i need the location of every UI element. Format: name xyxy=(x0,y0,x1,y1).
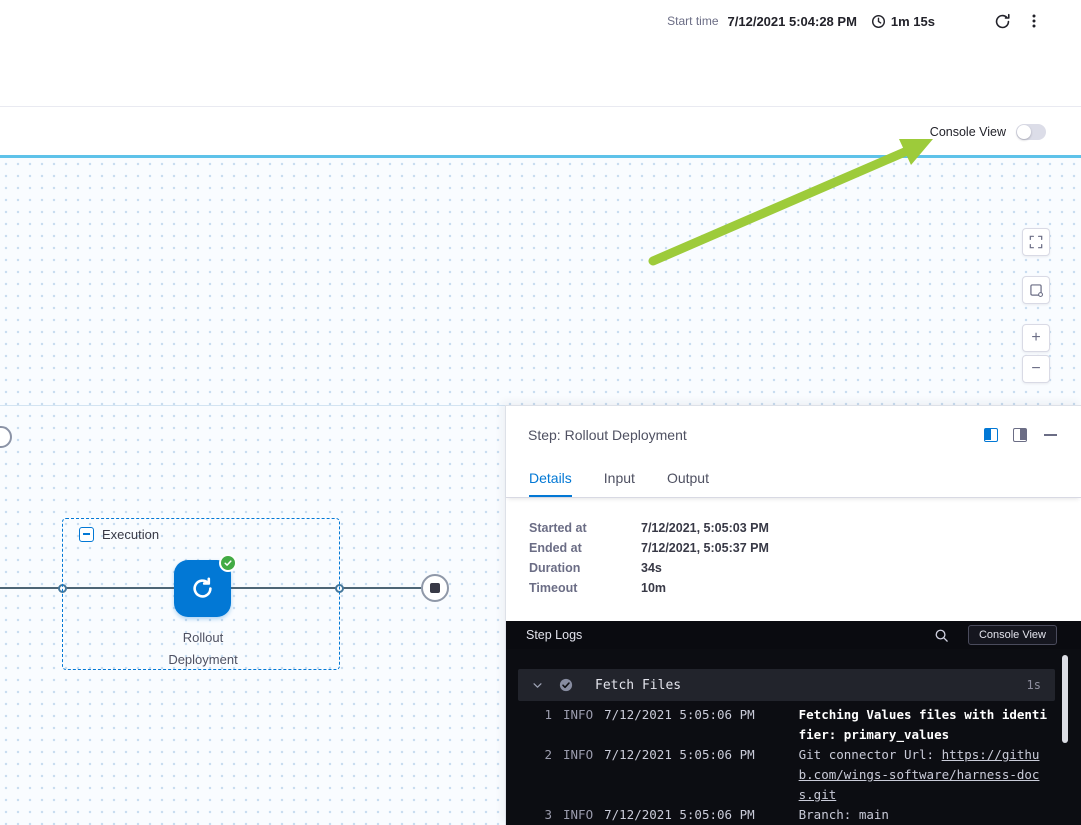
log-level: INFO xyxy=(563,745,593,765)
log-group-fetch-files[interactable]: Fetch Files 1s xyxy=(518,669,1055,701)
step-logs-header: Step Logs Console View xyxy=(506,621,1081,649)
log-line-1: 1 INFO 7/12/2021 5:05:06 PM Fetching Val… xyxy=(518,705,1055,745)
pipeline-execution-screen: Start time 7/12/2021 5:04:28 PM 1m 15s xyxy=(0,0,1081,825)
log-level: INFO xyxy=(563,805,593,825)
log-message: Git connector Url: https://github.com/wi… xyxy=(799,745,1051,805)
kebab-menu-icon xyxy=(1026,13,1042,29)
log-line-number: 1 xyxy=(542,705,552,725)
console-view-label: Console View xyxy=(930,125,1006,139)
detail-label-started-at: Started at xyxy=(529,518,641,538)
start-time-label: Start time xyxy=(667,14,718,28)
execution-group-label: Execution xyxy=(102,527,159,542)
tab-output[interactable]: Output xyxy=(667,470,709,497)
log-line-number: 2 xyxy=(542,745,552,765)
log-scrollbar-thumb[interactable] xyxy=(1062,655,1068,743)
log-line-2: 2 INFO 7/12/2021 5:05:06 PM Git connecto… xyxy=(518,745,1055,805)
execution-group-header: Execution xyxy=(79,527,159,542)
log-line-3: 3 INFO 7/12/2021 5:05:06 PM Branch: main xyxy=(518,805,1055,825)
step-logs-title: Step Logs xyxy=(526,628,934,642)
step-node-label-line1: Rollout xyxy=(116,627,290,649)
log-group-duration: 1s xyxy=(1027,678,1041,692)
log-timestamp: 7/12/2021 5:05:06 PM xyxy=(604,745,755,765)
detail-label-ended-at: Ended at xyxy=(529,538,641,558)
detail-label-timeout: Timeout xyxy=(529,578,641,598)
rollout-icon xyxy=(189,575,216,602)
zoom-out-button[interactable]: − xyxy=(1022,355,1050,383)
step-logs-section: Step Logs Console View Fetch Files 1s xyxy=(506,621,1081,825)
split-view-right-icon[interactable] xyxy=(1013,428,1027,442)
log-timestamp: 7/12/2021 5:05:06 PM xyxy=(604,805,755,825)
log-level: INFO xyxy=(563,705,593,725)
step-details-panel: Step: Rollout Deployment Details Input O… xyxy=(505,405,1081,825)
fullscreen-icon xyxy=(1029,235,1043,249)
top-header: Start time 7/12/2021 5:04:28 PM 1m 15s xyxy=(0,0,1081,107)
toggle-knob xyxy=(1017,125,1031,139)
clock-icon xyxy=(871,14,886,29)
log-message: Branch: main xyxy=(799,805,1051,825)
log-viewer[interactable]: Fetch Files 1s 1 INFO 7/12/2021 5:05:06 … xyxy=(506,649,1081,825)
log-timestamp: 7/12/2021 5:05:06 PM xyxy=(604,705,755,725)
detail-label-duration: Duration xyxy=(529,558,641,578)
refresh-icon xyxy=(994,13,1011,30)
success-badge-icon xyxy=(219,554,237,572)
detail-value-started-at: 7/12/2021, 5:05:03 PM xyxy=(641,518,1081,538)
detail-value-timeout: 10m xyxy=(641,578,1081,598)
offscreen-node-stub xyxy=(0,426,12,448)
elapsed-duration: 1m 15s xyxy=(871,14,935,29)
log-message-prefix: Git connector Url: xyxy=(799,747,942,762)
step-node-label-line2: Deployment xyxy=(116,649,290,671)
split-view-left-icon[interactable] xyxy=(984,428,998,442)
panel-header: Step: Rollout Deployment xyxy=(506,406,1081,464)
refresh-button[interactable] xyxy=(991,10,1013,32)
fit-to-screen-icon xyxy=(1029,283,1043,297)
chevron-down-icon[interactable] xyxy=(532,680,543,691)
stop-icon xyxy=(430,583,440,593)
header-meta: Start time 7/12/2021 5:04:28 PM 1m 15s xyxy=(667,10,1045,32)
detail-value-ended-at: 7/12/2021, 5:05:37 PM xyxy=(641,538,1081,558)
zoom-in-button[interactable]: + xyxy=(1022,324,1050,352)
log-lines: 1 INFO 7/12/2021 5:05:06 PM Fetching Val… xyxy=(518,705,1055,825)
panel-tabs: Details Input Output xyxy=(506,464,1081,498)
tab-details[interactable]: Details xyxy=(529,470,572,497)
console-view-bar: Console View xyxy=(0,108,1081,158)
step-details-table: Started at 7/12/2021, 5:05:03 PM Ended a… xyxy=(506,498,1081,598)
elapsed-value: 1m 15s xyxy=(891,14,935,29)
more-options-button[interactable] xyxy=(1023,10,1045,32)
search-logs-icon[interactable] xyxy=(934,627,950,643)
fullscreen-button[interactable] xyxy=(1022,228,1050,256)
log-message: Fetching Values files with identifier: p… xyxy=(799,705,1051,745)
panel-title: Step: Rollout Deployment xyxy=(528,427,984,443)
step-success-check-icon xyxy=(559,678,573,692)
log-group-name: Fetch Files xyxy=(595,678,681,693)
tab-input[interactable]: Input xyxy=(604,470,635,497)
minimize-panel-icon[interactable] xyxy=(1044,434,1057,436)
logs-console-view-button[interactable]: Console View xyxy=(968,625,1057,645)
pipeline-end-node xyxy=(421,574,449,602)
fit-to-screen-button[interactable] xyxy=(1022,276,1050,304)
rollout-deployment-step-node[interactable] xyxy=(174,560,231,617)
start-time-value: 7/12/2021 5:04:28 PM xyxy=(728,14,857,29)
log-line-number: 3 xyxy=(542,805,552,825)
collapse-group-icon[interactable] xyxy=(79,527,94,542)
console-view-toggle[interactable] xyxy=(1016,124,1046,140)
detail-value-duration: 34s xyxy=(641,558,1081,578)
step-node-label: Rollout Deployment xyxy=(116,627,290,671)
